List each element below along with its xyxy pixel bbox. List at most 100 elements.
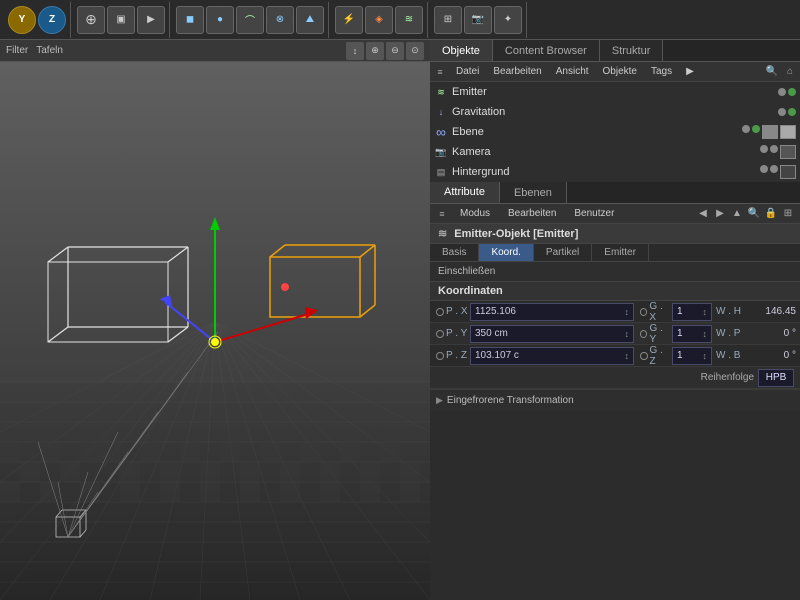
bearbeiten-attr-menu[interactable]: Bearbeiten [500, 207, 564, 220]
einschliessen-label: Einschließen [438, 266, 495, 277]
objects-menu-icon: ≡ [432, 64, 448, 80]
nav-icon-1[interactable]: ↕ [346, 42, 364, 60]
sub-tab-basis[interactable]: Basis [430, 244, 479, 261]
nav-icon-3[interactable]: ⊖ [386, 42, 404, 60]
expand-icon[interactable]: ⊞ [780, 206, 796, 222]
landscape-tool[interactable]: ⛰ [296, 6, 324, 34]
emitter-tool[interactable]: ≋ [395, 6, 423, 34]
sub-tab-koord[interactable]: Koord. [479, 244, 533, 261]
gx-field[interactable]: 1 ↕ [672, 303, 712, 321]
ebene-icon: ∞ [434, 125, 448, 139]
px-radio[interactable] [436, 308, 444, 316]
bezier-tool[interactable]: ⌒ [236, 6, 264, 34]
emitter-icon: ≋ [434, 85, 448, 99]
sub-tab-partikel[interactable]: Partikel [534, 244, 592, 261]
hintergrund-dots [760, 165, 796, 179]
arrow-up-icon[interactable]: ▲ [729, 206, 745, 222]
ebene-name: Ebene [452, 126, 738, 138]
scene-tool[interactable]: ⊞ [434, 6, 462, 34]
dot2 [770, 165, 778, 173]
kamera-icon: 📷 [434, 145, 448, 159]
gy-radio[interactable] [640, 330, 647, 338]
nav-icon-2[interactable]: ⊕ [366, 42, 384, 60]
lock-icon[interactable]: 🔒 [763, 206, 779, 222]
light-tool[interactable]: ✦ [494, 6, 522, 34]
move-tool[interactable]: ⊕ [77, 6, 105, 34]
play-tool[interactable]: ▶ [137, 6, 165, 34]
koordinaten-section: Koordinaten P . X 1125.106 ↕ G . X [430, 282, 800, 411]
gy-field[interactable]: 1 ↕ [672, 325, 712, 343]
wh-label: W . H [714, 306, 750, 317]
px-field[interactable]: 1125.106 ↕ [470, 303, 634, 321]
viewport-canvas[interactable] [0, 62, 430, 600]
pz-field[interactable]: 103.107 c ↕ [470, 347, 634, 365]
search-icon[interactable]: 🔍 [764, 64, 780, 80]
gz-field[interactable]: 1 ↕ [672, 347, 712, 365]
frozen-label: Eingefrorene Transformation [447, 395, 574, 406]
torus-tool[interactable]: ⊗ [266, 6, 294, 34]
attr-panel: ≡ Modus Bearbeiten Benutzer ◀ ▶ ▲ 🔍 🔒 ⊞ … [430, 204, 800, 600]
wp-label-text: W . P [716, 328, 740, 339]
tab-objekte[interactable]: Objekte [430, 40, 493, 61]
scene-tools: ⊞ 📷 ✦ [430, 2, 527, 38]
dot2 [770, 145, 778, 153]
sub-tab-emitter[interactable]: Emitter [592, 244, 649, 261]
tab-attribute[interactable]: Attribute [430, 182, 500, 203]
frozen-transform-row[interactable]: ▶ Eingefrorene Transformation [430, 389, 800, 411]
cube-tool[interactable]: ◼ [176, 6, 204, 34]
modus-menu[interactable]: Modus [452, 207, 498, 220]
gy-arrow: ↕ [703, 329, 708, 339]
pz-radio[interactable] [436, 352, 444, 360]
obj-emitter[interactable]: ≋ Emitter [430, 82, 800, 102]
frame-tool[interactable]: ▣ [107, 6, 135, 34]
obj-kamera[interactable]: 📷 Kamera [430, 142, 800, 162]
tab-ebenen[interactable]: Ebenen [500, 182, 567, 203]
reihenfolge-value[interactable]: HPB [758, 369, 794, 387]
camera-tool[interactable]: 📷 [464, 6, 492, 34]
tags-menu[interactable]: Tags [645, 65, 678, 78]
home-icon[interactable]: ⌂ [782, 64, 798, 80]
gz-radio[interactable] [640, 352, 648, 360]
effector-tool[interactable]: ◈ [365, 6, 393, 34]
tab-content-browser[interactable]: Content Browser [493, 40, 600, 61]
view-buttons: Y Z [4, 2, 71, 38]
py-field[interactable]: 350 cm ↕ [470, 325, 634, 343]
objekte-menu[interactable]: Objekte [597, 65, 643, 78]
py-arrow: ↕ [625, 329, 630, 339]
hintergrund-thumb [780, 165, 796, 179]
top-toolbar: Y Z ⊕ ▣ ▶ ◼ ● ⌒ ⊗ ⛰ ⚡ ◈ ≋ ⊞ 📷 ✦ [0, 0, 800, 40]
ebene-thumb2 [780, 125, 796, 139]
bearbeiten-menu[interactable]: Bearbeiten [487, 65, 547, 78]
viewport[interactable]: Filter Tafeln ↕ ⊕ ⊖ ⊙ [0, 40, 430, 600]
benutzer-menu[interactable]: Benutzer [566, 207, 622, 220]
more-menu[interactable]: ▶ [680, 65, 700, 78]
obj-ebene[interactable]: ∞ Ebene [430, 122, 800, 142]
tab-struktur[interactable]: Struktur [600, 40, 664, 61]
obj-hintergrund[interactable]: ▤ Hintergrund [430, 162, 800, 182]
deformer-tool[interactable]: ⚡ [335, 6, 363, 34]
ansicht-menu[interactable]: Ansicht [550, 65, 595, 78]
obj-gravitation[interactable]: ↓ Gravitation [430, 102, 800, 122]
nav-icon-4[interactable]: ⊙ [406, 42, 424, 60]
einschliessen-row[interactable]: Einschließen [430, 262, 800, 282]
dot1 [742, 125, 750, 133]
sphere-tool[interactable]: ● [206, 6, 234, 34]
deformer-tools: ⚡ ◈ ≋ [331, 2, 428, 38]
arrow-left-icon[interactable]: ◀ [695, 206, 711, 222]
koordinaten-header: Koordinaten [430, 282, 800, 301]
gx-radio[interactable] [640, 308, 647, 316]
py-radio[interactable] [436, 330, 444, 338]
wp-value[interactable]: 0 ° [750, 328, 800, 339]
px-arrow: ↕ [625, 307, 630, 317]
datei-menu[interactable]: Datei [450, 65, 485, 78]
wb-value[interactable]: 0 ° [750, 350, 800, 361]
filter-menu[interactable]: Filter [6, 45, 28, 56]
primitive-tools: ◼ ● ⌒ ⊗ ⛰ [172, 2, 329, 38]
y-button[interactable]: Y [8, 6, 36, 34]
arrow-right-icon[interactable]: ▶ [712, 206, 728, 222]
tafeln-menu[interactable]: Tafeln [36, 45, 63, 56]
z-button[interactable]: Z [38, 6, 66, 34]
search2-icon[interactable]: 🔍 [746, 206, 762, 222]
wh-value[interactable]: 146.45 [750, 306, 800, 317]
top-tab-bar: Objekte Content Browser Struktur [430, 40, 800, 62]
